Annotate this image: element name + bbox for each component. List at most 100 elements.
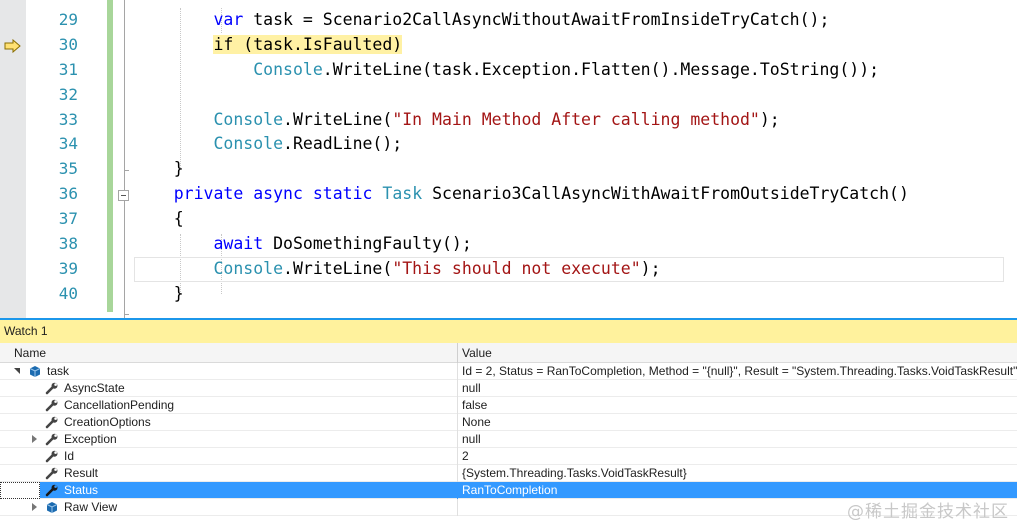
watch-rows: task Id = 2, Status = RanToCompletion, Me… bbox=[0, 363, 1017, 516]
watch-row[interactable]: CancellationPending false bbox=[0, 397, 1017, 414]
keyword-token: static bbox=[312, 184, 373, 204]
watch-row[interactable]: CreationOptions None bbox=[0, 414, 1017, 431]
watch-column-header: Name Value bbox=[0, 343, 1017, 363]
line-number: 35 bbox=[58, 159, 78, 179]
code-line[interactable] bbox=[134, 83, 1017, 108]
watch-row[interactable]: Id 2 bbox=[0, 448, 1017, 465]
code-line[interactable]: await DoSomethingFaulty(); bbox=[134, 232, 1017, 257]
line-number: 32 bbox=[58, 84, 78, 104]
code-token: DoSomethingFaulty(); bbox=[263, 234, 472, 254]
outlining-line bbox=[124, 0, 125, 318]
expand-triangle-icon[interactable] bbox=[32, 503, 37, 511]
code-line[interactable]: Console.WriteLine(task.Exception.Flatten… bbox=[134, 58, 1017, 83]
outline-end-tick bbox=[124, 314, 129, 315]
code-editor[interactable]: 29 30 31 32 33 34 35 36 37 38 39 40 var task = Scen… bbox=[0, 0, 1017, 318]
keyword-token: async bbox=[253, 184, 303, 204]
watch-item-name: Status bbox=[64, 483, 99, 497]
code-line[interactable]: private async static Task Scenario3CallA… bbox=[134, 182, 1017, 207]
code-line[interactable]: if (task.IsFaulted) bbox=[134, 33, 1017, 58]
watch-item-name: Exception bbox=[64, 432, 117, 446]
code-text-area[interactable]: var task = Scenario2CallAsyncWithoutAwai… bbox=[134, 8, 1017, 307]
line-number: 31 bbox=[58, 59, 78, 79]
watch-value-cell[interactable]: null bbox=[459, 380, 1017, 397]
line-number: 29 bbox=[58, 10, 78, 29]
collapse-triangle-icon[interactable] bbox=[14, 368, 20, 374]
watch-window-title[interactable]: Watch 1 bbox=[0, 318, 1017, 343]
code-token: Scenario3CallAsyncWithAwaitFromOutsideTr… bbox=[422, 184, 909, 204]
property-icon bbox=[45, 450, 58, 463]
watch-name-cell[interactable]: CancellationPending bbox=[0, 397, 458, 414]
outline-end-tick bbox=[124, 170, 129, 171]
property-icon bbox=[45, 399, 58, 412]
line-number: 37 bbox=[58, 209, 78, 229]
watch-value-cell[interactable]: None bbox=[459, 414, 1017, 431]
watch-name-cell[interactable]: AsyncState bbox=[0, 380, 458, 397]
line-number: 33 bbox=[58, 109, 78, 129]
watch-name-cell[interactable]: task bbox=[0, 363, 458, 380]
object-icon bbox=[46, 502, 58, 513]
type-token: Console bbox=[213, 258, 284, 278]
watch-value-cell[interactable]: null bbox=[459, 431, 1017, 448]
code-token: task = Scenario2CallAsyncWithoutAwaitFro… bbox=[243, 10, 830, 29]
watch-value-cell[interactable]: 2 bbox=[459, 448, 1017, 465]
code-token: } bbox=[134, 283, 184, 303]
expand-triangle-icon[interactable] bbox=[32, 435, 37, 443]
value-column-header[interactable]: Value bbox=[459, 343, 492, 363]
watch-name-cell[interactable]: Result bbox=[0, 465, 458, 482]
watch-name-cell[interactable]: Exception bbox=[0, 431, 458, 448]
code-line[interactable]: Console.ReadLine(); bbox=[134, 132, 1017, 157]
type-token: Console bbox=[213, 109, 284, 129]
line-number: 34 bbox=[58, 134, 78, 154]
code-line[interactable]: var task = Scenario2CallAsyncWithoutAwai… bbox=[134, 8, 1017, 33]
property-icon bbox=[45, 416, 58, 429]
line-number: 30 bbox=[58, 34, 78, 54]
property-icon bbox=[45, 467, 58, 480]
focus-outline bbox=[0, 482, 40, 499]
collapse-icon[interactable] bbox=[118, 190, 129, 201]
watch-name-cell[interactable]: Status bbox=[0, 482, 458, 499]
watch-item-name: CancellationPending bbox=[64, 398, 175, 412]
watch-row[interactable]: Exception null bbox=[0, 431, 1017, 448]
line-number: 38 bbox=[58, 234, 78, 254]
watch-name-cell[interactable]: CreationOptions bbox=[0, 414, 458, 431]
line-number: 39 bbox=[58, 258, 78, 278]
watch-row[interactable]: task Id = 2, Status = RanToCompletion, Me… bbox=[0, 363, 1017, 380]
keyword-token: private bbox=[173, 184, 244, 204]
string-token: "This should not execute" bbox=[392, 258, 641, 278]
code-token: .ReadLine(); bbox=[283, 134, 403, 154]
string-token: "In Main Method After calling method" bbox=[392, 109, 760, 129]
watch-value-cell[interactable]: Id = 2, Status = RanToCompletion, Method… bbox=[459, 363, 1017, 380]
code-line[interactable]: { bbox=[134, 207, 1017, 232]
code-line[interactable]: } bbox=[134, 157, 1017, 182]
watch-value-cell[interactable]: false bbox=[459, 397, 1017, 414]
change-tracking-bar bbox=[107, 0, 113, 312]
watch-name-cell[interactable]: Raw View bbox=[0, 499, 458, 516]
code-token: .WriteLine(task.Exception.Flatten().Mess… bbox=[322, 59, 880, 79]
watch-window: Watch 1 Name Value task Id = 2, Status = … bbox=[0, 318, 1017, 528]
code-line[interactable]: } bbox=[134, 282, 1017, 307]
watch-row[interactable]: AsyncState null bbox=[0, 380, 1017, 397]
property-icon bbox=[45, 382, 58, 395]
watch-item-name: CreationOptions bbox=[64, 415, 151, 429]
code-token: .WriteLine( bbox=[283, 258, 393, 278]
code-token: ); bbox=[759, 109, 780, 129]
keyword-token: var bbox=[213, 10, 244, 29]
watch-name-cell[interactable]: Id bbox=[0, 448, 458, 465]
code-line[interactable]: Console.WriteLine("This should not execu… bbox=[134, 256, 1017, 282]
property-icon bbox=[45, 433, 58, 446]
code-line[interactable]: Console.WriteLine("In Main Method After … bbox=[134, 108, 1017, 133]
watch-item-name: Raw View bbox=[64, 500, 118, 514]
watch-value-cell[interactable]: {System.Threading.Tasks.VoidTaskResult} bbox=[459, 465, 1017, 482]
watch-row[interactable]: Result {System.Threading.Tasks.VoidTaskRe… bbox=[0, 465, 1017, 482]
type-token: Console bbox=[253, 59, 323, 79]
name-column-header[interactable]: Name bbox=[0, 343, 458, 363]
